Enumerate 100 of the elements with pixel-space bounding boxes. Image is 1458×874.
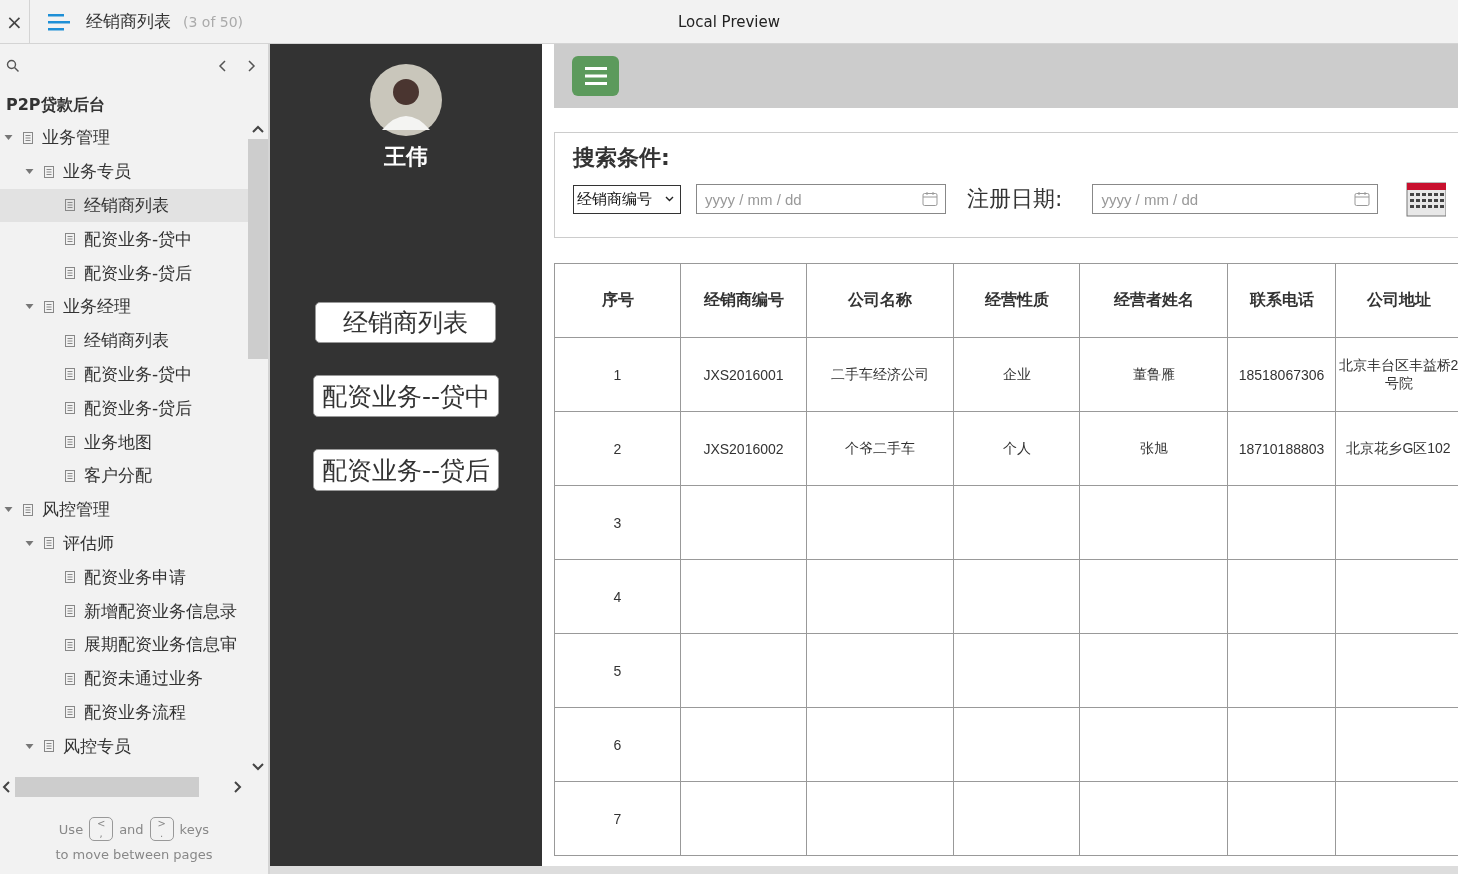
nav-button[interactable]: 配资业务--贷中 bbox=[312, 375, 499, 417]
page-title: 经销商列表 bbox=[86, 10, 171, 33]
table-cell: 董鲁雁 bbox=[1132, 365, 1175, 382]
horizontal-scrollbar[interactable] bbox=[270, 866, 1458, 874]
hint-text: Use bbox=[58, 821, 84, 837]
table-cell: JXS2016002 bbox=[703, 440, 784, 457]
page-icon bbox=[65, 402, 75, 415]
scroll-left-icon[interactable] bbox=[2, 781, 10, 793]
avatar bbox=[370, 64, 442, 136]
project-title: P2P贷款后台 bbox=[5, 94, 106, 116]
expand-caret-icon[interactable] bbox=[4, 505, 13, 515]
tree-item[interactable]: 业务专员 bbox=[0, 154, 248, 189]
hint-text: keys bbox=[179, 821, 210, 837]
table-cell: 个爷二手车 bbox=[845, 439, 915, 456]
tree-item[interactable]: 配资业务-贷后 bbox=[0, 256, 248, 290]
expand-caret-icon[interactable] bbox=[25, 741, 34, 751]
key-cap: > . bbox=[149, 817, 174, 841]
scroll-right-icon[interactable] bbox=[234, 781, 242, 793]
tree-item[interactable]: 业务管理 bbox=[0, 121, 248, 155]
nav-button[interactable]: 配资业务--贷后 bbox=[312, 449, 499, 491]
user-name: 王伟 bbox=[384, 143, 428, 171]
expand-caret-icon[interactable] bbox=[4, 133, 13, 143]
table-cell: 18710188803 bbox=[1238, 440, 1325, 457]
hint-text: and bbox=[119, 821, 144, 837]
column-header: 经销商编号 bbox=[680, 263, 807, 338]
page-icon bbox=[44, 740, 54, 753]
date-field[interactable]: yyyy / mm / dd bbox=[696, 184, 946, 214]
tree-item[interactable]: 配资业务流程 bbox=[0, 695, 248, 730]
page-icon bbox=[23, 503, 33, 516]
date-field[interactable]: yyyy / mm / dd bbox=[1092, 184, 1379, 214]
column-header: 经营性质 bbox=[953, 263, 1080, 338]
previous-page-icon[interactable] bbox=[218, 59, 228, 73]
column-header: 公司地址 bbox=[1335, 263, 1458, 338]
tree-item[interactable]: 业务地图 bbox=[0, 425, 248, 459]
search-title: 搜索条件: bbox=[573, 144, 671, 172]
table-cell: 2 bbox=[613, 440, 622, 457]
tree-item[interactable]: 配资业务申请 bbox=[0, 560, 248, 595]
column-header: 联系电话 bbox=[1227, 263, 1336, 338]
tree-item[interactable]: 经销商列表 bbox=[0, 188, 248, 223]
hint-text: to move between pages bbox=[54, 847, 214, 862]
table-cell: 6 bbox=[613, 736, 622, 753]
column-header: 经营者姓名 bbox=[1079, 263, 1228, 338]
table-cell: 北京丰台区丰益桥2号院 bbox=[1338, 356, 1458, 391]
tree-item[interactable]: 风控管理 bbox=[0, 492, 248, 527]
tree-item[interactable]: 评估师 bbox=[0, 526, 248, 561]
nav-button[interactable]: 经销商列表 bbox=[315, 302, 497, 343]
column-header: 序号 bbox=[554, 263, 681, 338]
table-cell: 3 bbox=[613, 514, 622, 531]
table-cell: 1 bbox=[613, 366, 622, 383]
page-icon bbox=[65, 706, 75, 719]
tree-item[interactable]: 新增配资业务信息录 bbox=[0, 594, 248, 628]
date-label: 注册日期: bbox=[967, 185, 1063, 213]
page-count: (3 of 50) bbox=[183, 13, 244, 30]
tree-item[interactable]: 客户分配 bbox=[0, 458, 248, 493]
page-icon bbox=[65, 469, 75, 482]
tree-item[interactable]: 配资业务-贷中 bbox=[0, 357, 248, 392]
table-cell: 张旭 bbox=[1139, 439, 1168, 456]
scrollbar-thumb[interactable] bbox=[15, 777, 199, 797]
preview-label: Local Preview bbox=[677, 12, 780, 31]
page-icon bbox=[65, 605, 75, 618]
page-icon bbox=[65, 672, 75, 685]
tree-item[interactable]: 经销商列表 bbox=[0, 323, 248, 358]
page-icon bbox=[65, 436, 75, 449]
tree-item[interactable]: 业务经理 bbox=[0, 290, 248, 324]
page-icon bbox=[65, 368, 75, 381]
caret-icon bbox=[665, 196, 674, 202]
expand-caret-icon[interactable] bbox=[25, 538, 34, 548]
page-icon bbox=[44, 300, 54, 313]
tree-item[interactable]: 配资业务-贷后 bbox=[0, 391, 248, 426]
page-icon bbox=[23, 131, 33, 144]
field-select[interactable]: 经销商编号 bbox=[573, 184, 681, 214]
table-cell: 个人 bbox=[1002, 439, 1031, 456]
scroll-down-icon[interactable] bbox=[252, 763, 264, 771]
page-icon bbox=[65, 233, 75, 246]
calendar-icon[interactable] bbox=[1406, 181, 1447, 217]
expand-caret-icon[interactable] bbox=[25, 302, 34, 312]
page-icon bbox=[65, 334, 75, 347]
close-button[interactable]: × bbox=[0, 0, 30, 43]
table-cell: JXS2016001 bbox=[703, 366, 784, 383]
menu-button[interactable] bbox=[572, 56, 619, 96]
tree-item[interactable]: 风控专员 bbox=[0, 729, 248, 764]
calendar-icon bbox=[922, 191, 938, 207]
page-icon bbox=[44, 165, 54, 178]
next-page-icon[interactable] bbox=[246, 59, 256, 73]
tree-item[interactable]: 配资未通过业务 bbox=[0, 661, 248, 696]
calendar-icon bbox=[1354, 191, 1371, 207]
expand-caret-icon[interactable] bbox=[25, 167, 34, 177]
tree-item[interactable]: 展期配资业务信息审 bbox=[0, 627, 248, 662]
tree-item[interactable]: 配资业务-贷中 bbox=[0, 222, 248, 257]
search-icon[interactable] bbox=[6, 59, 20, 73]
scrollbar-thumb[interactable] bbox=[248, 139, 268, 359]
menu-icon bbox=[584, 66, 607, 86]
table-cell: 5 bbox=[613, 662, 622, 679]
table-cell: 北京花乡G区102 bbox=[1346, 439, 1451, 456]
menu-icon[interactable] bbox=[48, 12, 70, 31]
column-header: 公司名称 bbox=[806, 263, 954, 338]
page-icon bbox=[65, 267, 75, 280]
table-cell: 企业 bbox=[1002, 365, 1031, 382]
scroll-up-icon[interactable] bbox=[252, 125, 264, 133]
page-icon bbox=[44, 537, 54, 550]
